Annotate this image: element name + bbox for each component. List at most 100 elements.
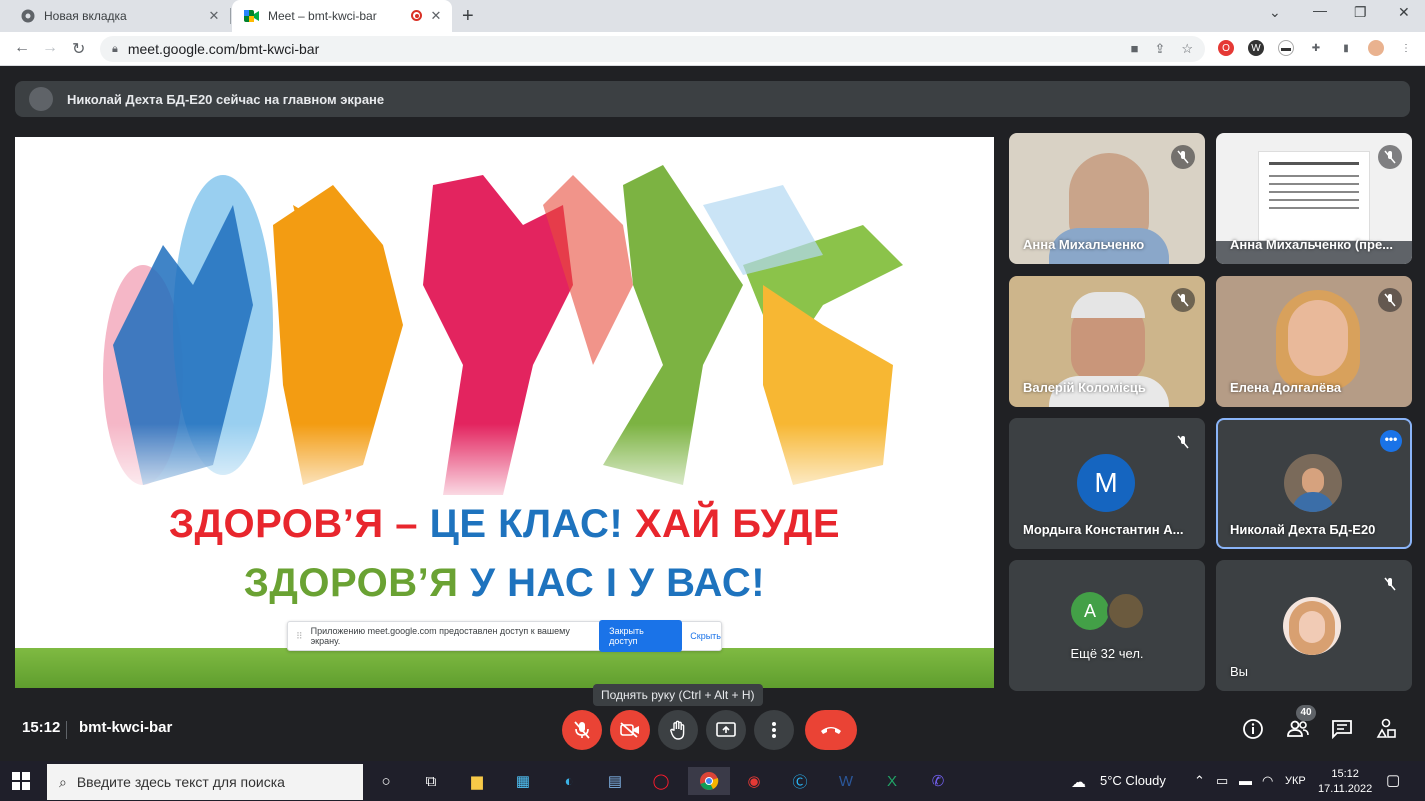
chat-button[interactable] bbox=[1328, 715, 1356, 743]
tab-meet[interactable]: Meet – bmt-kwci-bar ✕ bbox=[232, 0, 452, 32]
others-tile[interactable]: А Ещё 32 чел. bbox=[1009, 560, 1205, 691]
opera-icon[interactable]: ◯ bbox=[647, 767, 675, 795]
weather-text[interactable]: 5°C Cloudy bbox=[1100, 773, 1166, 788]
close-tab-icon[interactable]: ✕ bbox=[206, 8, 222, 24]
extension-icon[interactable]: W bbox=[1248, 40, 1264, 56]
side-panel-icon[interactable]: ▮ bbox=[1338, 40, 1354, 56]
opera-extension-icon[interactable]: O bbox=[1218, 40, 1234, 56]
slogan-part: ЦЕ КЛАС! bbox=[429, 502, 635, 546]
participant-tile-pinned[interactable]: ••• Николай Дехта БД-Е20 bbox=[1216, 418, 1412, 549]
new-tab-button[interactable]: + bbox=[462, 6, 474, 26]
slogan-line-1: ЗДОРОВ’Я – ЦЕ КЛАС! ХАЙ БУДЕ bbox=[15, 502, 994, 547]
tray-app-icon[interactable]: ▭ bbox=[1216, 773, 1228, 789]
maximize-icon[interactable]: ❐ bbox=[1354, 4, 1367, 21]
main-presentation: ЗДОРОВ’Я – ЦЕ КЛАС! ХАЙ БУДЕ ЗДОРОВ’Я У … bbox=[15, 137, 994, 688]
slogan-part: У НАС І У ВАС! bbox=[470, 561, 766, 605]
screen-share-bar: ⠿ Приложению meet.google.com предоставле… bbox=[287, 620, 722, 652]
avatar: М bbox=[1077, 454, 1135, 512]
bookmark-star-icon[interactable]: ☆ bbox=[1181, 41, 1193, 57]
cortana-icon[interactable]: ○ bbox=[372, 767, 400, 795]
mic-muted-icon bbox=[1378, 572, 1402, 596]
tab-new-tab[interactable]: Новая вкладка ✕ bbox=[8, 0, 230, 32]
more-options-button[interactable] bbox=[754, 710, 794, 750]
camera-icon[interactable]: ■ bbox=[1131, 41, 1139, 57]
activities-button[interactable] bbox=[1372, 715, 1400, 743]
mic-muted-icon bbox=[1378, 288, 1402, 312]
taskbar-clock[interactable]: 15:12 17.11.2022 bbox=[1318, 767, 1372, 797]
word-icon[interactable]: W bbox=[832, 767, 860, 795]
battery-icon[interactable]: ▬ bbox=[1239, 773, 1252, 788]
mask-extension-icon[interactable]: ▬ bbox=[1278, 40, 1294, 56]
menu-kebab-icon[interactable]: ⋮ bbox=[1398, 40, 1414, 56]
mic-muted-icon bbox=[1378, 145, 1402, 169]
app-icon[interactable]: ◉ bbox=[740, 767, 768, 795]
others-count: Ещё 32 чел. bbox=[1070, 646, 1144, 661]
meeting-details-button[interactable] bbox=[1239, 715, 1267, 743]
mic-muted-icon bbox=[1171, 288, 1195, 312]
clock-date: 17.11.2022 bbox=[1318, 783, 1373, 795]
mic-off-icon bbox=[574, 721, 590, 739]
avatar: А bbox=[1071, 592, 1109, 630]
ccleaner-icon[interactable]: Ⓒ bbox=[786, 767, 814, 795]
wifi-icon[interactable]: ◠ bbox=[1262, 773, 1273, 789]
store-icon[interactable]: ▦ bbox=[509, 767, 537, 795]
people-count-badge: 40 bbox=[1296, 705, 1316, 721]
stop-sharing-button[interactable]: Закрыть доступ bbox=[599, 620, 683, 652]
hide-share-bar-link[interactable]: Скрыть bbox=[690, 631, 721, 641]
slogan-part: ХАЙ БУДЕ bbox=[634, 502, 841, 546]
address-bar[interactable]: 🔒︎ meet.google.com/bmt-kwci-bar ■ ⇪ ☆ bbox=[100, 36, 1205, 62]
participant-tile[interactable]: Анна Михальченко (пре... bbox=[1216, 133, 1412, 264]
app-icon[interactable]: ▤ bbox=[601, 767, 629, 795]
avatar bbox=[1107, 592, 1145, 630]
close-tab-icon[interactable]: ✕ bbox=[428, 8, 444, 24]
participant-tile[interactable]: М Мордыга Константин А... bbox=[1009, 418, 1205, 549]
tray-expand-icon[interactable]: ⌃ bbox=[1194, 773, 1205, 789]
file-explorer-icon[interactable]: ▆ bbox=[463, 767, 491, 795]
reload-icon[interactable]: ↻ bbox=[72, 39, 85, 59]
chrome-taskbar-icon[interactable] bbox=[688, 767, 730, 795]
raise-hand-button[interactable] bbox=[658, 710, 698, 750]
more-options-icon[interactable]: ••• bbox=[1380, 430, 1402, 452]
microphone-off-button[interactable] bbox=[562, 710, 602, 750]
camera-off-button[interactable] bbox=[610, 710, 650, 750]
tab-title: Meet – bmt-kwci-bar bbox=[268, 9, 377, 23]
participant-name: Анна Михальченко (пре... bbox=[1230, 237, 1394, 252]
close-window-icon[interactable]: ✕ bbox=[1398, 4, 1410, 21]
present-screen-button[interactable] bbox=[706, 710, 746, 750]
url-text: meet.google.com/bmt-kwci-bar bbox=[127, 41, 320, 57]
dancing-silhouettes-image bbox=[103, 165, 913, 510]
edge-icon[interactable]: ◐ bbox=[555, 767, 583, 795]
self-tile[interactable]: Вы bbox=[1216, 560, 1412, 691]
mic-muted-icon bbox=[1171, 145, 1195, 169]
leave-call-button[interactable] bbox=[805, 710, 857, 750]
profile-avatar[interactable] bbox=[1368, 40, 1384, 56]
puzzle-icon[interactable]: ✚ bbox=[1308, 40, 1324, 56]
meet-control-bar: 15:12 bmt-kwci-bar 40 bbox=[0, 705, 1425, 761]
participant-name: Анна Михальченко bbox=[1023, 237, 1145, 252]
back-icon[interactable]: ← bbox=[14, 39, 30, 57]
taskbar-search-input[interactable]: ⌕ Введите здесь текст для поиска bbox=[47, 764, 363, 800]
windows-start-icon[interactable] bbox=[12, 772, 30, 795]
participant-tile[interactable]: Валерій Коломієць bbox=[1009, 276, 1205, 407]
language-indicator[interactable]: УКР bbox=[1285, 775, 1306, 787]
viber-icon[interactable]: ✆ bbox=[924, 767, 952, 795]
participant-tile[interactable]: Анна Михальченко bbox=[1009, 133, 1205, 264]
task-view-icon[interactable]: ⧉ bbox=[417, 767, 445, 795]
avatar bbox=[1284, 454, 1342, 512]
share-icon[interactable]: ⇪ bbox=[1154, 41, 1165, 57]
hang-up-icon bbox=[821, 727, 841, 734]
weather-cloud-icon[interactable]: ☁ bbox=[1071, 773, 1086, 791]
info-icon bbox=[1243, 719, 1263, 739]
search-icon: ⌕ bbox=[59, 773, 67, 790]
participant-name: Валерій Коломієць bbox=[1023, 380, 1146, 395]
forward-icon[interactable]: → bbox=[42, 39, 58, 57]
chat-icon bbox=[1332, 720, 1352, 739]
lock-icon[interactable]: 🔒︎ bbox=[112, 43, 118, 56]
excel-icon[interactable]: X bbox=[878, 767, 906, 795]
tab-search-icon[interactable]: ⌄ bbox=[1269, 4, 1281, 21]
drag-handle-icon[interactable]: ⠿ bbox=[296, 631, 303, 642]
notifications-icon[interactable]: ▢ bbox=[1386, 771, 1400, 789]
participant-name: Николай Дехта БД-Е20 bbox=[1230, 522, 1376, 537]
participant-tile[interactable]: Елена Долгалёва bbox=[1216, 276, 1412, 407]
minimize-icon[interactable]: — bbox=[1313, 2, 1327, 18]
